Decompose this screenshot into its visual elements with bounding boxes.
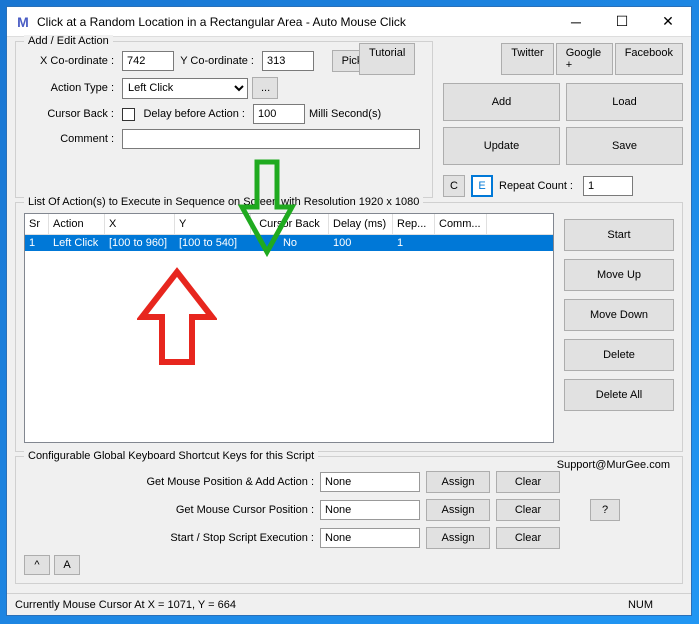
delete-all-button[interactable]: Delete All — [564, 379, 674, 411]
clear3-button[interactable]: Clear — [496, 527, 560, 549]
th-repeat[interactable]: Rep... — [393, 214, 435, 234]
save-button[interactable]: Save — [566, 127, 683, 165]
status-num: NUM — [628, 599, 653, 611]
clear1-button[interactable]: Clear — [496, 471, 560, 493]
y-coord-label: Y Co-ordinate : — [178, 55, 258, 67]
th-sr[interactable]: Sr — [25, 214, 49, 234]
td-delay: 100 — [329, 235, 393, 251]
comment-label: Comment : — [24, 133, 118, 145]
window-title: Click at a Random Location in a Rectangu… — [37, 15, 553, 29]
app-logo-icon: M — [15, 14, 31, 30]
td-action: Left Click — [49, 235, 105, 251]
status-text: Currently Mouse Cursor At X = 1071, Y = … — [15, 599, 236, 611]
titlebar: M Click at a Random Location in a Rectan… — [7, 7, 691, 37]
minimize-button[interactable]: ─ — [553, 7, 599, 37]
repeat-count-label: Repeat Count : — [499, 180, 577, 192]
caret-button[interactable]: ^ — [24, 555, 50, 575]
shortcuts-group: Configurable Global Keyboard Shortcut Ke… — [15, 456, 683, 584]
e-button[interactable]: E — [471, 175, 493, 197]
assign1-button[interactable]: Assign — [426, 471, 490, 493]
assign3-button[interactable]: Assign — [426, 527, 490, 549]
th-comment[interactable]: Comm... — [435, 214, 487, 234]
action-list-group: List Of Action(s) to Execute in Sequence… — [15, 202, 683, 452]
close-button[interactable]: ✕ — [645, 7, 691, 37]
x-coord-input[interactable] — [122, 51, 174, 71]
assign2-button[interactable]: Assign — [426, 499, 490, 521]
th-y[interactable]: Y — [175, 214, 251, 234]
twitter-button[interactable]: Twitter — [501, 43, 553, 75]
shortcut2-label: Get Mouse Cursor Position : — [24, 504, 314, 516]
td-repeat: 1 — [393, 235, 435, 251]
td-y: [100 to 540] — [175, 235, 251, 251]
a-button[interactable]: A — [54, 555, 80, 575]
clear2-button[interactable]: Clear — [496, 499, 560, 521]
repeat-count-input[interactable] — [583, 176, 633, 196]
cursor-back-checkbox[interactable] — [122, 108, 135, 121]
add-button[interactable]: Add — [443, 83, 560, 121]
add-edit-legend: Add / Edit Action — [24, 35, 113, 47]
facebook-button[interactable]: Facebook — [615, 43, 683, 75]
statusbar: Currently Mouse Cursor At X = 1071, Y = … — [7, 593, 691, 615]
action-type-select[interactable]: Left Click — [122, 78, 248, 99]
shortcut2-input[interactable] — [320, 500, 420, 520]
delete-button[interactable]: Delete — [564, 339, 674, 371]
th-cursor-back[interactable]: Cursor Back — [251, 214, 329, 234]
shortcut3-input[interactable] — [320, 528, 420, 548]
td-sr: 1 — [25, 235, 49, 251]
table-header: Sr Action X Y Cursor Back Delay (ms) Rep… — [25, 214, 553, 235]
update-button[interactable]: Update — [443, 127, 560, 165]
shortcuts-legend: Configurable Global Keyboard Shortcut Ke… — [24, 450, 318, 462]
td-cursor-back: No — [251, 235, 329, 251]
shortcut1-input[interactable] — [320, 472, 420, 492]
action-table[interactable]: Sr Action X Y Cursor Back Delay (ms) Rep… — [24, 213, 554, 443]
shortcut1-label: Get Mouse Position & Add Action : — [24, 476, 314, 488]
comment-input[interactable] — [122, 129, 420, 149]
action-list-legend: List Of Action(s) to Execute in Sequence… — [24, 196, 423, 208]
help-button[interactable]: ? — [590, 499, 620, 521]
th-x[interactable]: X — [105, 214, 175, 234]
maximize-button[interactable]: ☐ — [599, 7, 645, 37]
delay-input[interactable] — [253, 104, 305, 124]
google-plus-button[interactable]: Google + — [556, 43, 613, 75]
action-type-label: Action Type : — [24, 82, 118, 94]
c-button[interactable]: C — [443, 175, 465, 197]
td-comment — [435, 235, 487, 251]
y-coord-input[interactable] — [262, 51, 314, 71]
action-more-button[interactable]: ... — [252, 77, 278, 99]
app-window: M Click at a Random Location in a Rectan… — [6, 6, 692, 616]
shortcut3-label: Start / Stop Script Execution : — [24, 532, 314, 544]
load-button[interactable]: Load — [566, 83, 683, 121]
td-x: [100 to 960] — [105, 235, 175, 251]
move-down-button[interactable]: Move Down — [564, 299, 674, 331]
th-delay[interactable]: Delay (ms) — [329, 214, 393, 234]
tutorial-button[interactable]: Tutorial — [359, 43, 415, 75]
delay-unit-label: Milli Second(s) — [309, 108, 385, 120]
move-up-button[interactable]: Move Up — [564, 259, 674, 291]
th-action[interactable]: Action — [49, 214, 105, 234]
cursor-back-label: Cursor Back : — [24, 108, 118, 120]
table-row[interactable]: 1 Left Click [100 to 960] [100 to 540] N… — [25, 235, 553, 251]
x-coord-label: X Co-ordinate : — [24, 55, 118, 67]
start-button[interactable]: Start — [564, 219, 674, 251]
delay-label: Delay before Action : — [139, 108, 249, 120]
